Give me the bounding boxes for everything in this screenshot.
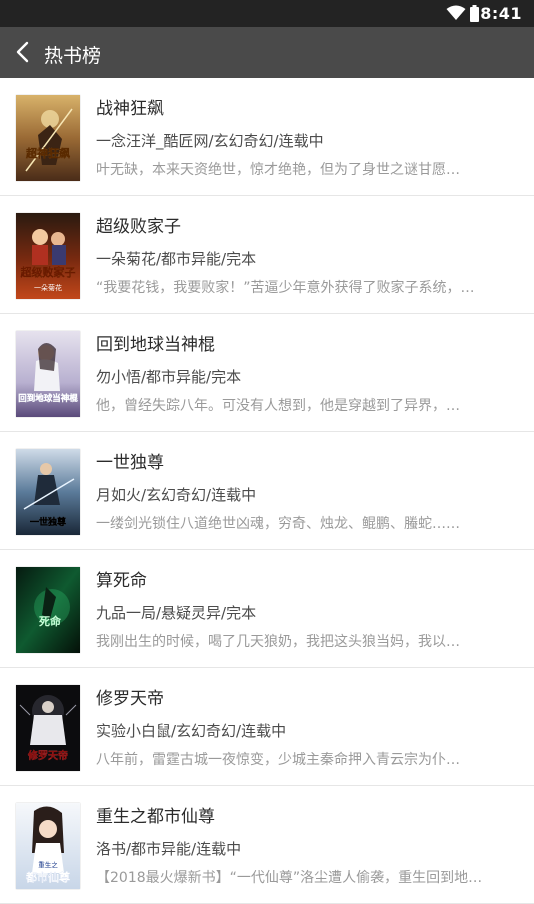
cover-art-text: 回到地球当神棍 (18, 393, 78, 404)
book-cover: 超神狂飙 (16, 95, 80, 181)
book-meta: 一念汪洋_酷匠网/玄幻奇幻/连载中 (96, 132, 324, 150)
book-title: 修罗天帝 (96, 689, 164, 709)
book-description: 我刚出生的时候，喝了几天狼奶，我把这头狼当妈，我以… (96, 634, 460, 650)
book-list-item[interactable]: 死命 算死命 九品一局/悬疑灵异/完本 我刚出生的时候，喝了几天狼奶，我把这头狼… (0, 550, 534, 668)
book-list-item[interactable]: 修罗天帝 修罗天帝 实验小白鼠/玄幻奇幻/连载中 八年前，雷霆古城一夜惊变，少城… (0, 668, 534, 786)
book-description: “我要花钱，我要败家！”苦逼少年意外获得了败家子系统，… (96, 280, 475, 296)
book-meta: 洛书/都市异能/连载中 (96, 840, 242, 858)
cover-art-text: 死命 (39, 614, 62, 628)
book-cover: 重生之 都市仙尊 (16, 803, 80, 889)
book-cover: 一世独尊 (16, 449, 80, 535)
book-meta: 一朵菊花/都市异能/完本 (96, 250, 257, 268)
book-title: 战神狂飙 (96, 99, 164, 119)
cover-art-text: 超级败家子 (20, 265, 76, 279)
cover-art-subtext: 重生之 (38, 860, 58, 869)
book-meta: 勿小悟/都市异能/完本 (96, 368, 242, 386)
book-cover: 超级败家子 一朵菊花 (16, 213, 80, 299)
book-title: 回到地球当神棍 (96, 335, 215, 355)
book-list: 超神狂飙 战神狂飙 一念汪洋_酷匠网/玄幻奇幻/连载中 叶无缺，本来天资绝世，惊… (0, 78, 534, 904)
wifi-icon (446, 5, 466, 20)
back-button[interactable] (8, 36, 40, 68)
status-bar: 8:41 (0, 0, 534, 27)
book-title: 算死命 (96, 571, 147, 591)
battery-icon (470, 5, 479, 22)
book-description: 【2018最火爆新书】“一代仙尊”洛尘遭人偷袭，重生回到地… (96, 870, 483, 886)
book-list-item[interactable]: 超级败家子 一朵菊花 超级败家子 一朵菊花/都市异能/完本 “我要花钱，我要败家… (0, 196, 534, 314)
book-title: 重生之都市仙尊 (96, 807, 215, 827)
book-cover: 回到地球当神棍 (16, 331, 80, 417)
book-list-item[interactable]: 回到地球当神棍 回到地球当神棍 勿小悟/都市异能/完本 他，曾经失踪八年。可没有… (0, 314, 534, 432)
book-description: 一缕剑光锁住八道绝世凶魂，穷奇、烛龙、鲲鹏、螣蛇…… (96, 516, 460, 532)
book-cover: 修罗天帝 (16, 685, 80, 771)
cover-art-text: 一世独尊 (30, 516, 66, 528)
book-title: 超级败家子 (96, 217, 181, 237)
book-description: 八年前，雷霆古城一夜惊变，少城主秦命押入青云宗为仆… (96, 752, 460, 768)
page-title: 热书榜 (44, 45, 102, 67)
book-list-item[interactable]: 一世独尊 一世独尊 月如火/玄幻奇幻/连载中 一缕剑光锁住八道绝世凶魂，穷奇、烛… (0, 432, 534, 550)
book-title: 一世独尊 (96, 453, 164, 473)
book-description: 他，曾经失踪八年。可没有人想到，他是穿越到了异界，… (96, 398, 460, 414)
book-meta: 实验小白鼠/玄幻奇幻/连载中 (96, 722, 287, 740)
book-list-item[interactable]: 超神狂飙 战神狂飙 一念汪洋_酷匠网/玄幻奇幻/连载中 叶无缺，本来天资绝世，惊… (0, 78, 534, 196)
book-cover: 死命 (16, 567, 80, 653)
cover-art-text: 超神狂飙 (25, 146, 70, 160)
cover-art-text: 都市仙尊 (25, 870, 70, 884)
book-meta: 月如火/玄幻奇幻/连载中 (96, 486, 257, 504)
book-description: 叶无缺，本来天资绝世，惊才绝艳，但为了身世之谜甘愿… (96, 162, 460, 178)
status-time: 8:41 (480, 4, 522, 23)
app-bar: 热书榜 (0, 27, 534, 78)
cover-art-text: 修罗天帝 (27, 749, 68, 762)
book-meta: 九品一局/悬疑灵异/完本 (96, 604, 257, 622)
chevron-left-icon (16, 41, 29, 63)
book-list-item[interactable]: 重生之 都市仙尊 重生之都市仙尊 洛书/都市异能/连载中 【2018最火爆新书】… (0, 786, 534, 904)
cover-author-text: 一朵菊花 (34, 283, 62, 292)
